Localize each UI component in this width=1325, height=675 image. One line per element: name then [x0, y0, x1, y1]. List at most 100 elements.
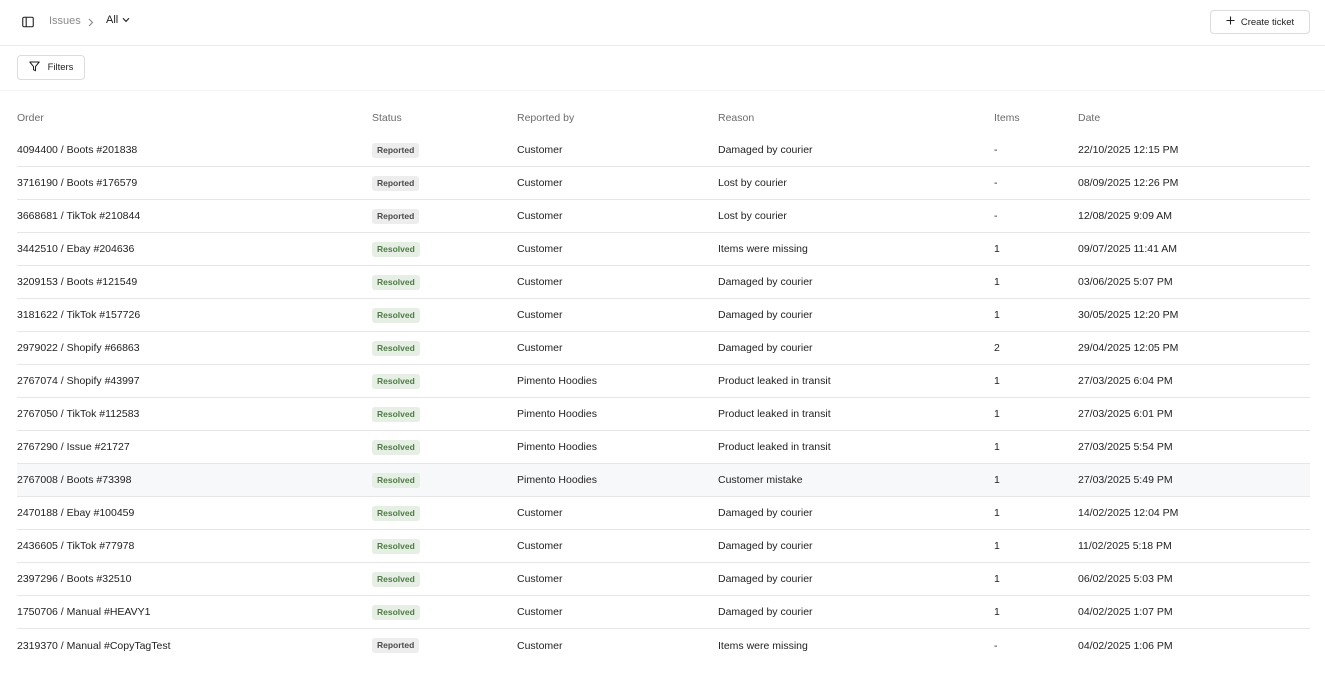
reason-cell: Damaged by courier — [718, 144, 813, 156]
status-cell: Resolved — [372, 307, 517, 323]
reason-cell: Damaged by courier — [718, 309, 813, 321]
table-row[interactable]: 3668681 / TikTok #210844 Reported Customer… — [17, 200, 1310, 233]
items-cell: - — [994, 177, 998, 189]
date-cell: 11/02/2025 5:18 PM — [1078, 540, 1172, 552]
order-cell: 4094400 / Boots #201838 — [17, 144, 138, 156]
table-row[interactable]: 3442510 / Ebay #204636 Resolved Customer It… — [17, 233, 1310, 266]
table-row[interactable]: 2767074 / Shopify #43997 Resolved Pimento … — [17, 365, 1310, 398]
status-badge: Reported — [372, 638, 420, 653]
reason-cell: Product leaked in transit — [718, 441, 831, 453]
order-cell: 2470188 / Ebay #100459 — [17, 507, 135, 519]
items-cell: 1 — [994, 606, 1000, 618]
order-cell: 3716190 / Boots #176579 — [17, 177, 138, 189]
status-cell: Resolved — [372, 571, 517, 587]
reported-by-cell: Customer — [517, 507, 563, 519]
breadcrumb-issues-link[interactable]: Issues — [49, 15, 81, 27]
table-row[interactable]: 2979022 / Shopify #66863 Resolved Customer… — [17, 332, 1310, 365]
status-badge: Resolved — [372, 307, 420, 323]
table-row[interactable]: 2767290 / Issue #21727 Resolved Pimento Ho… — [17, 431, 1310, 464]
date-cell: 08/09/2025 12:26 PM — [1078, 177, 1179, 189]
date-cell: 29/04/2025 12:05 PM — [1078, 342, 1179, 354]
reported-by-cell: Customer — [517, 177, 563, 189]
order-cell: 3442510 / Ebay #204636 — [17, 243, 135, 255]
column-header-date[interactable]: Date — [1078, 112, 1310, 124]
status-badge: Resolved — [372, 604, 420, 620]
status-badge: Resolved — [372, 340, 420, 356]
column-header-items[interactable]: Items — [994, 112, 1078, 124]
table-row[interactable]: 2397296 / Boots #32510 Resolved Customer Da… — [17, 563, 1310, 596]
status-badge: Resolved — [372, 472, 420, 488]
issues-table: Order Status Reported by Reason Items Da… — [17, 101, 1310, 662]
date-cell: 14/02/2025 12:04 PM — [1078, 507, 1179, 519]
reason-cell: Items were missing — [718, 639, 808, 652]
column-header-status[interactable]: Status — [372, 112, 517, 124]
status-cell: Reported — [372, 638, 517, 653]
order-cell: 2767290 / Issue #21727 — [17, 441, 130, 453]
reported-by-cell: Customer — [517, 243, 563, 255]
filter-icon — [28, 61, 40, 75]
items-cell: - — [994, 144, 998, 156]
table-row[interactable]: 2470188 / Ebay #100459 Resolved Customer Da… — [17, 497, 1310, 530]
reason-cell: Damaged by courier — [718, 276, 813, 288]
filters-button[interactable]: Filters — [17, 55, 85, 80]
table-row[interactable]: 3209153 / Boots #121549 Resolved Customer D… — [17, 266, 1310, 299]
reported-by-cell: Customer — [517, 573, 563, 585]
sidebar-toggle-icon[interactable] — [19, 13, 37, 31]
date-cell: 03/06/2025 5:07 PM — [1078, 276, 1173, 288]
items-cell: 1 — [994, 573, 1000, 585]
reported-by-cell: Customer — [517, 606, 563, 618]
items-cell: 1 — [994, 276, 1000, 288]
items-cell: 1 — [994, 309, 1000, 321]
table-row[interactable]: 2436605 / TikTok #77978 Resolved Customer D… — [17, 530, 1310, 563]
reason-cell: Items were missing — [718, 243, 808, 255]
status-cell: Reported — [372, 175, 517, 191]
status-cell: Resolved — [372, 439, 517, 455]
date-cell: 12/08/2025 9:09 AM — [1078, 210, 1172, 222]
filters-label: Filters — [47, 62, 74, 73]
order-cell: 3181622 / TikTok #157726 — [17, 309, 141, 321]
status-badge: Resolved — [372, 241, 420, 257]
reported-by-cell: Customer — [517, 144, 563, 156]
reason-cell: Product leaked in transit — [718, 375, 831, 387]
date-cell: 27/03/2025 5:49 PM — [1078, 474, 1173, 486]
date-cell: 30/05/2025 12:20 PM — [1078, 309, 1179, 321]
status-badge: Reported — [372, 208, 420, 224]
status-cell: Resolved — [372, 538, 517, 554]
status-badge: Resolved — [372, 274, 420, 290]
create-ticket-label: Create ticket — [1240, 16, 1295, 28]
reason-cell: Damaged by courier — [718, 606, 813, 618]
table-row[interactable]: 2319370 / Manual #CopyTagTest Reported Cus… — [17, 629, 1310, 662]
create-ticket-button[interactable]: Create ticket — [1210, 10, 1310, 34]
order-cell: 2397296 / Boots #32510 — [17, 573, 132, 585]
reason-cell: Customer mistake — [718, 474, 803, 486]
table-row[interactable]: 1750706 / Manual #HEAVY1 Resolved Customer… — [17, 596, 1310, 629]
status-badge: Resolved — [372, 373, 420, 389]
table-row[interactable]: 3181622 / TikTok #157726 Resolved Customer… — [17, 299, 1310, 332]
status-cell: Resolved — [372, 604, 517, 620]
table-row[interactable]: 3716190 / Boots #176579 Reported Customer L… — [17, 167, 1310, 200]
reason-cell: Damaged by courier — [718, 507, 813, 519]
reason-cell: Lost by courier — [718, 210, 787, 222]
reported-by-cell: Customer — [517, 309, 563, 321]
items-cell: 1 — [994, 375, 1000, 387]
table-row[interactable]: 2767008 / Boots #73398 Resolved Pimento Ho… — [17, 464, 1310, 497]
reported-by-cell: Pimento Hoodies — [517, 408, 597, 420]
status-badge: Resolved — [372, 406, 420, 422]
reason-cell: Damaged by courier — [718, 342, 813, 354]
table-row[interactable]: 2767050 / TikTok #112583 Resolved Pimento … — [17, 398, 1310, 431]
status-badge: Resolved — [372, 571, 420, 587]
items-cell: 1 — [994, 507, 1000, 519]
column-header-reported-by[interactable]: Reported by — [517, 112, 718, 124]
status-cell: Resolved — [372, 373, 517, 389]
column-header-reason[interactable]: Reason — [718, 112, 994, 124]
date-cell: 06/02/2025 5:03 PM — [1078, 573, 1173, 585]
status-cell: Reported — [372, 208, 517, 224]
date-cell: 27/03/2025 6:04 PM — [1078, 375, 1173, 387]
order-cell: 2767008 / Boots #73398 — [17, 474, 132, 486]
column-header-order[interactable]: Order — [17, 112, 372, 124]
view-selector-dropdown[interactable]: All — [106, 14, 130, 26]
table-row[interactable]: 4094400 / Boots #201838 Reported Customer D… — [17, 134, 1310, 167]
status-badge: Resolved — [372, 505, 420, 521]
status-cell: Resolved — [372, 472, 517, 488]
view-selector-label: All — [106, 14, 119, 26]
